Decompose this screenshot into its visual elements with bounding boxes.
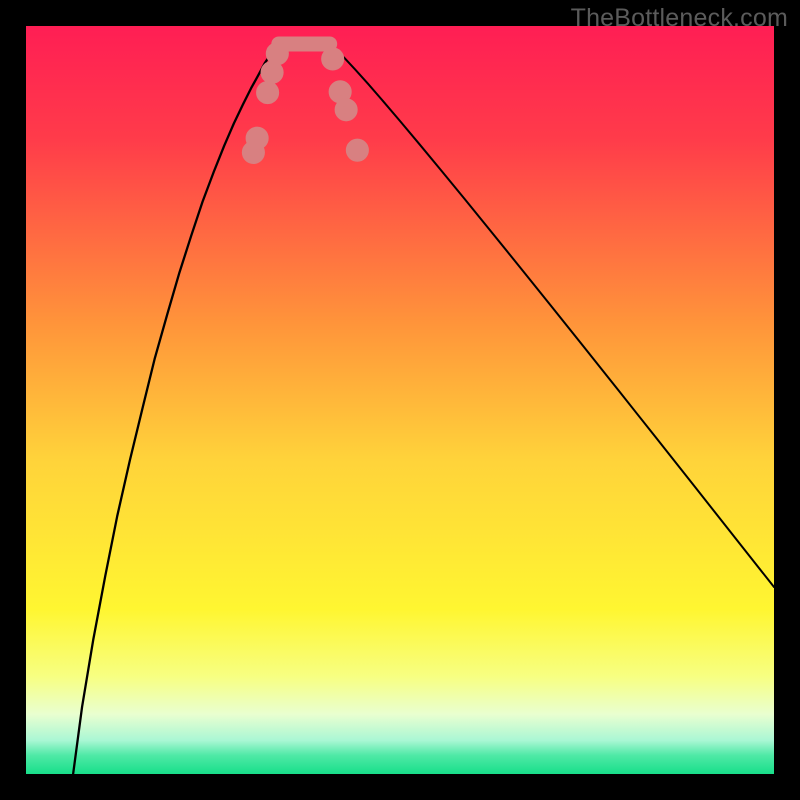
chart-curves xyxy=(26,26,774,774)
data-marker xyxy=(270,46,286,62)
chart-frame: TheBottleneck.com xyxy=(0,0,800,800)
data-marker xyxy=(260,85,276,101)
data-marker xyxy=(338,102,354,118)
data-marker xyxy=(325,51,341,67)
watermark-text: TheBottleneck.com xyxy=(571,4,788,33)
data-marker xyxy=(249,130,265,146)
data-marker xyxy=(350,142,366,158)
data-marker xyxy=(264,65,280,81)
plot-area xyxy=(26,26,774,774)
curve-right-branch xyxy=(330,44,774,587)
data-marker xyxy=(332,84,348,100)
